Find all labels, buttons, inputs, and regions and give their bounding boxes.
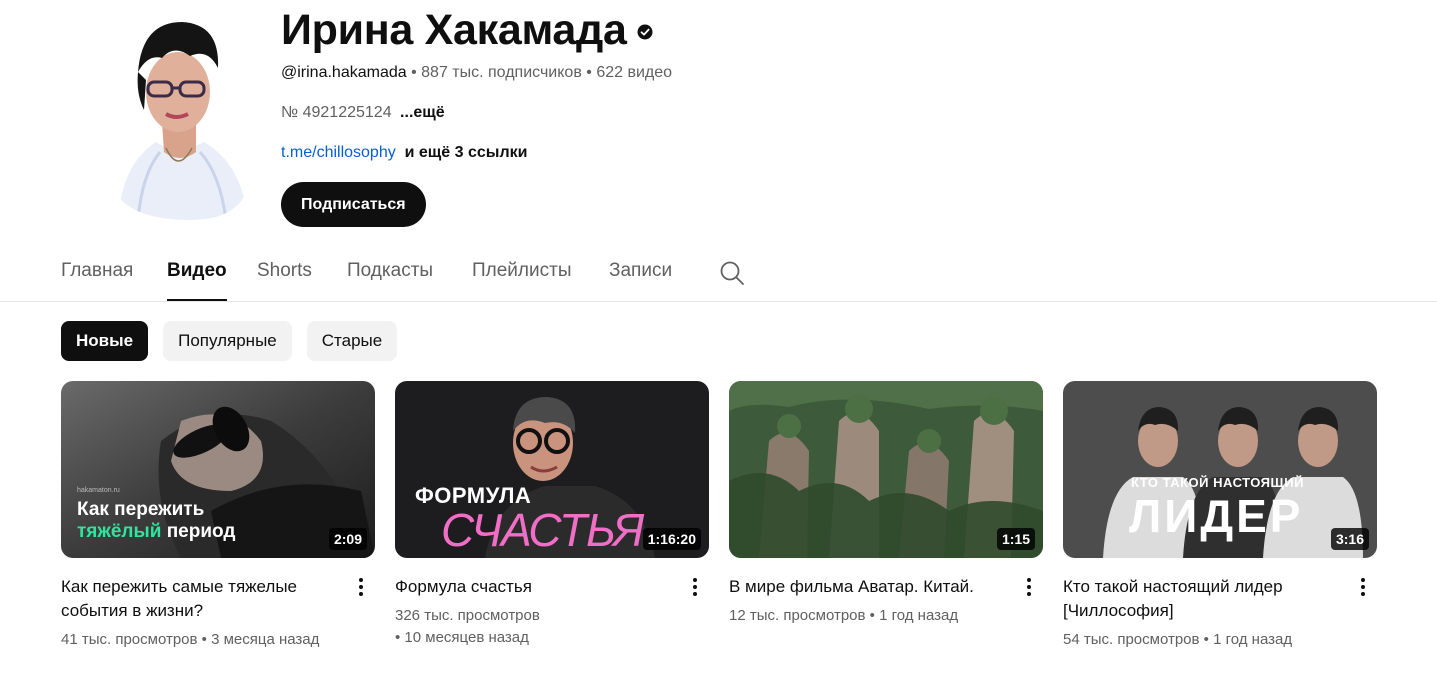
tab-shorts[interactable]: Shorts	[257, 246, 312, 301]
more-vertical-icon[interactable]	[1351, 575, 1375, 599]
thumbnail-accent-word: тяжёлый	[77, 521, 162, 542]
more-links-button[interactable]: и ещё 3 ссылки	[400, 144, 528, 161]
video-card: ФОРМУЛА СЧАСТЬЯ 1:16:20 Формула счастья …	[395, 381, 709, 651]
video-duration: 3:16	[1330, 528, 1369, 550]
video-details: Формула счастья 326 тыс. просмотров • 10…	[395, 575, 709, 649]
tab-home[interactable]: Главная	[61, 246, 133, 301]
video-thumbnail[interactable]: ФОРМУЛА СЧАСТЬЯ 1:16:20	[395, 381, 709, 558]
video-count: 622 видео	[596, 64, 673, 81]
meta-separator: •	[586, 64, 597, 81]
thumbnail-title-line-2: ЛИДЕР	[1129, 490, 1304, 542]
channel-links: t.me/chillosophy и ещё 3 ссылки	[281, 144, 672, 166]
video-meta: 12 тыс. просмотров • 1 год назад	[729, 607, 959, 624]
description-more-button[interactable]: ...ещё	[400, 104, 445, 121]
filter-chips: Новые Популярные Старые	[61, 321, 398, 361]
thumbnail-overlay-text: Как пережить тяжёлый период	[77, 499, 235, 543]
telegram-link[interactable]: t.me/chillosophy	[281, 144, 396, 161]
channel-tabs: Главная Видео Shorts Подкасты Плейлисты …	[0, 246, 1437, 302]
thumbnail-watermark: hakamaton.ru	[77, 487, 120, 494]
channel-meta: @irina.hakamada • 887 тыс. подписчиков •…	[281, 64, 672, 86]
more-vertical-icon[interactable]	[349, 575, 373, 599]
more-vertical-icon[interactable]	[683, 575, 707, 599]
subscribe-button[interactable]: Подписаться	[281, 182, 426, 227]
description-text: № 4921225124	[281, 104, 392, 121]
channel-avatar[interactable]	[108, 14, 252, 220]
video-card: Как пережить тяжёлый период hakamaton.ru…	[61, 381, 375, 651]
thumbnail-word: период	[166, 521, 236, 542]
video-card: 1:15 В мире фильма Аватар. Китай. 12 тыс…	[729, 381, 1043, 651]
chip-oldest[interactable]: Старые	[306, 321, 398, 361]
more-links-label: и ещё 3 ссылки	[404, 144, 528, 161]
channel-description[interactable]: № 4921225124 ...ещё	[281, 104, 672, 126]
chip-newest[interactable]: Новые	[61, 321, 149, 361]
video-title[interactable]: Кто такой настоящий лидер [Чиллософия]	[1063, 575, 1347, 623]
video-meta: 54 тыс. просмотров • 1 год назад	[1063, 631, 1293, 648]
tab-playlists[interactable]: Плейлисты	[472, 246, 571, 301]
video-thumbnail[interactable]: 1:15	[729, 381, 1043, 558]
search-icon[interactable]	[719, 260, 745, 286]
video-details: Кто такой настоящий лидер [Чиллософия] 5…	[1063, 575, 1377, 651]
tab-podcasts[interactable]: Подкасты	[347, 246, 433, 301]
video-duration: 2:09	[328, 528, 367, 550]
video-card: КТО ТАКОЙ НАСТОЯЩИЙ ЛИДЕР 3:16 Кто такой…	[1063, 381, 1377, 651]
video-details: В мире фильма Аватар. Китай. 12 тыс. про…	[729, 575, 1043, 627]
more-vertical-icon[interactable]	[1017, 575, 1041, 599]
channel-info: Ирина Хакамада @irina.hakamada • 887 тыс…	[281, 4, 672, 227]
video-thumbnail[interactable]: Как пережить тяжёлый период hakamaton.ru…	[61, 381, 375, 558]
video-grid: Как пережить тяжёлый период hakamaton.ru…	[61, 381, 1377, 651]
thumbnail-title-line-1: КТО ТАКОЙ НАСТОЯЩИЙ	[1131, 475, 1304, 490]
channel-handle: @irina.hakamada	[281, 64, 407, 81]
video-meta: 41 тыс. просмотров • 3 месяца назад	[61, 631, 320, 648]
video-meta: 326 тыс. просмотров • 10 месяцев назад	[395, 607, 540, 646]
meta-separator: •	[411, 64, 422, 81]
video-duration: 1:16:20	[642, 528, 701, 550]
thumbnail-title-line-2: СЧАСТЬЯ	[441, 504, 644, 556]
video-title[interactable]: В мире фильма Аватар. Китай.	[729, 575, 1013, 599]
video-details: Как пережить самые тяжелые события в жиз…	[61, 575, 375, 651]
channel-title: Ирина Хакамада	[281, 5, 627, 54]
video-duration: 1:15	[996, 528, 1035, 550]
video-title[interactable]: Как пережить самые тяжелые события в жиз…	[61, 575, 345, 623]
subscriber-count: 887 тыс. подписчиков	[421, 64, 582, 81]
thumbnail-line-2: тяжёлый период	[77, 521, 235, 543]
video-thumbnail[interactable]: КТО ТАКОЙ НАСТОЯЩИЙ ЛИДЕР 3:16	[1063, 381, 1377, 558]
tab-videos[interactable]: Видео	[167, 246, 227, 301]
video-title[interactable]: Формула счастья	[395, 575, 679, 599]
verified-check-icon	[637, 24, 653, 40]
thumbnail-line-1: Как пережить	[77, 499, 205, 520]
tab-posts[interactable]: Записи	[609, 246, 672, 301]
chip-popular[interactable]: Популярные	[163, 321, 292, 361]
